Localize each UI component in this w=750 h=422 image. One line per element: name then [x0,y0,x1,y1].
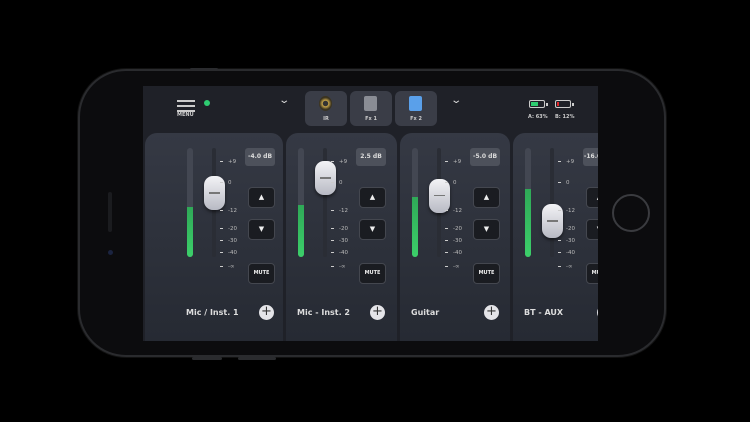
scale-tick: 0 [445,180,457,186]
scale-tick: -20 [220,226,237,232]
fx-slot-label: Fx 1 [365,116,377,122]
phone-volume-button [192,357,222,360]
app-screen: MENU ⌄ IR Fx 1 Fx 2 ⌄ A: 63% B: 12% +9 0 -… [143,86,598,341]
scale-tick: +9 [445,159,461,165]
battery-b-icon [555,100,574,108]
phone-side-button [190,68,218,71]
battery-a-label: A: 63% [528,114,548,120]
fx-slot-ir[interactable]: IR [305,91,347,126]
gain-up-button[interactable]: ▲ [359,187,386,208]
phone-volume-button [238,357,276,360]
scale-tick: -20 [445,226,462,232]
scale-tick: +9 [558,159,574,165]
add-icon[interactable]: + [597,305,598,320]
scale-tick: -20 [331,226,348,232]
gain-value: -5.0 dB [470,148,500,166]
level-meter [525,148,531,257]
channel-name: Mic - Inst. 2 [297,308,350,317]
scale-tick: -30 [558,238,575,244]
earpiece [108,192,112,232]
front-camera [108,250,113,255]
scale-tick: -40 [445,250,462,256]
menu-label[interactable]: MENU [177,112,194,118]
mute-button[interactable]: MUTE [359,263,386,284]
gain-down-button[interactable]: ▼ [586,219,598,240]
chevron-down-icon[interactable]: ⌄ [278,95,290,106]
scale-tick: -20 [558,226,575,232]
scale-tick: -12 [558,208,575,214]
gain-value: -16.0 dB [583,148,598,166]
level-meter [298,148,304,257]
fx-slot-fx2[interactable]: Fx 2 [395,91,437,126]
scale-tick: -30 [445,238,462,244]
fx-slot-label: IR [323,116,329,122]
gain-value: -4.0 dB [245,148,275,166]
speaker-icon [319,96,332,111]
add-icon[interactable]: + [370,305,385,320]
pedal-icon [364,96,377,111]
scale-tick: -12 [220,208,237,214]
gain-down-button[interactable]: ▼ [473,219,500,240]
channel-strip: +9 0 -12 -20 -30 -40 -∞ 2.5 dB ▲ ▼ MUTE Mic - … [286,133,397,341]
channel-name: Mic / Inst. 1 [186,308,239,317]
scale-tick: -40 [331,250,348,256]
add-icon[interactable]: + [484,305,499,320]
scale-tick: -∞ [220,264,235,270]
scale-tick: -∞ [558,264,573,270]
gain-value: 2.5 dB [356,148,386,166]
fader-knob[interactable] [315,161,336,196]
level-meter [187,148,193,257]
pedal-icon [409,96,422,111]
fader-track[interactable] [550,148,554,257]
fx-slot-label: Fx 2 [410,116,422,122]
scale-tick: -30 [220,238,237,244]
channel-name: BT - AUX [524,308,564,317]
chevron-down-icon[interactable]: ⌄ [450,95,462,106]
mute-button[interactable]: MUTE [473,263,500,284]
level-meter [412,148,418,257]
scale-tick: -∞ [445,264,460,270]
scale-tick: 0 [331,180,343,186]
fx-slot-fx1[interactable]: Fx 1 [350,91,392,126]
scale-tick: -30 [331,238,348,244]
scale-tick: -40 [558,250,575,256]
channel-strip: +9 0 -12 -20 -30 -40 -∞ -5.0 dB ▲ ▼ MUTE Guita… [400,133,510,341]
connection-status-dot [204,100,210,106]
gain-up-button[interactable]: ▲ [248,187,275,208]
scale-tick: -12 [331,208,348,214]
battery-a-icon [529,100,548,108]
channel-strip: +9 0 -12 -20 -30 -40 -∞ -16.0 dB ▲ ▼ MUTE BT -… [513,133,598,341]
scale-tick: 0 [558,180,570,186]
gain-up-button[interactable]: ▲ [473,187,500,208]
scale-tick: 0 [220,180,232,186]
battery-b-label: B: 12% [555,114,575,120]
mute-button[interactable]: MUTE [586,263,598,284]
gain-up-button[interactable]: ▲ [586,187,598,208]
scale-tick: -40 [220,250,237,256]
mute-button[interactable]: MUTE [248,263,275,284]
channel-name: Guitar [411,308,440,317]
home-button[interactable] [612,194,650,232]
scale-tick: -12 [445,208,462,214]
gain-down-button[interactable]: ▼ [248,219,275,240]
scale-tick: -∞ [331,264,346,270]
add-icon[interactable]: + [259,305,274,320]
scale-tick: +9 [220,159,236,165]
scale-tick: +9 [331,159,347,165]
channel-strip: +9 0 -12 -20 -30 -40 -∞ -4.0 dB ▲ ▼ MUTE Mic /… [145,133,283,341]
gain-down-button[interactable]: ▼ [359,219,386,240]
